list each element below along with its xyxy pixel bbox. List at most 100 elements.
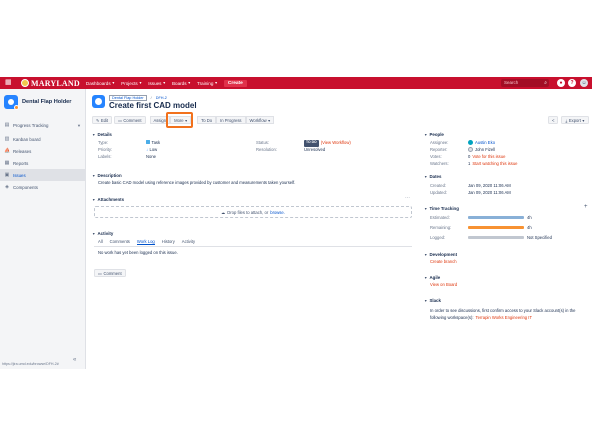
export-button[interactable]: ⤓ Export ▾ <box>561 116 589 124</box>
time-tracking-heading[interactable]: ▼ Time Tracking <box>424 206 459 211</box>
tab-history[interactable]: History <box>162 239 175 245</box>
university-logo[interactable]: MARYLAND <box>21 79 80 88</box>
sidebar-item-progress-tracking[interactable]: ▤ Progress Tracking ▼ <box>0 119 86 131</box>
sidebar-item-issues[interactable]: ▣ Issues <box>0 169 86 181</box>
nav-training[interactable]: Training ▼ <box>197 81 218 86</box>
priority-label: Priority: <box>98 147 113 152</box>
slack-workspace-link[interactable]: Terrapin Works Engineering IT <box>476 315 532 320</box>
detail-resolution: Resolution: Unresolved <box>256 147 325 154</box>
app-switcher-icon[interactable]: ▦ <box>5 79 13 87</box>
description-heading-label: Description <box>97 173 122 178</box>
watchers-count: 1 <box>468 161 471 166</box>
project-header[interactable]: Dental Flap Holder <box>4 95 71 110</box>
detail-priority: Priority: ↓ Low <box>98 147 157 154</box>
view-workflow-link[interactable]: (View Workflow) <box>321 140 351 147</box>
created-value: Jan 09, 2020 11:06 AM <box>468 183 511 188</box>
description-text[interactable]: Create basic CAD model using reference i… <box>98 180 295 185</box>
screenshot-stage: ▦ MARYLAND Dashboards ▼ Projects ▼ Issues ▼… <box>0 0 592 444</box>
toolbar-right: < ⤓ Export ▾ <box>548 116 589 124</box>
resolution-label: Resolution: <box>256 147 277 152</box>
action-group: Assign More ▾ <box>149 112 194 128</box>
status-badge: TO DO <box>304 140 319 147</box>
vote-link[interactable]: Vote for this issue <box>472 154 505 159</box>
breadcrumb-issue-key[interactable]: DFH-2 <box>156 96 167 100</box>
sidebar-item-releases[interactable]: ⛵ Releases <box>0 145 86 157</box>
chart-icon: ▦ <box>4 160 10 166</box>
tab-activity[interactable]: Activity <box>182 239 195 245</box>
chevron-down-icon: ▼ <box>92 197 96 202</box>
agile-heading[interactable]: ▼ Agile <box>424 275 440 280</box>
nav-projects-label: Projects <box>121 80 138 86</box>
add-time-icon[interactable]: + <box>584 204 588 210</box>
slack-heading[interactable]: ▼ Slack <box>424 298 441 303</box>
nav-boards[interactable]: Boards ▼ <box>172 81 191 86</box>
share-button[interactable]: < <box>548 116 559 124</box>
project-avatar <box>92 95 105 108</box>
watchers-row: Watchers: 1 Start watching this issue <box>430 161 518 166</box>
view-on-board-link[interactable]: View on Board <box>430 282 457 287</box>
download-icon: ⤓ <box>565 117 568 123</box>
create-branch-link[interactable]: Create branch <box>430 259 457 264</box>
kanban-icon: ▥ <box>4 136 10 142</box>
type-label: Type: <box>98 140 109 145</box>
attachments-heading-label: Attachments <box>97 197 125 202</box>
help-icon[interactable]: ? <box>568 79 576 87</box>
nav-projects[interactable]: Projects ▼ <box>121 81 142 86</box>
edit-button[interactable]: ✎ Edit <box>92 116 113 124</box>
remaining-label: Remaining: <box>430 225 452 230</box>
activity-heading[interactable]: ▼ Activity <box>92 231 113 236</box>
description-heading[interactable]: ▼ Description <box>92 173 122 178</box>
todo-label: To Do <box>201 117 213 123</box>
assignee-value[interactable]: Austin Eko <box>475 140 495 145</box>
browse-link[interactable]: browse. <box>270 210 285 215</box>
sidebar-item-kanban-board[interactable]: ▥ Kanban board <box>0 133 86 145</box>
assignee-row: Assignee: Austin Eko <box>430 140 495 145</box>
dates-heading[interactable]: ▼ Dates <box>424 174 441 179</box>
workflow-button[interactable]: Workflow ▾ <box>245 116 275 124</box>
slack-heading-label: Slack <box>429 298 441 303</box>
notifications-icon[interactable]: ● <box>557 79 565 87</box>
estimated-value: 4h <box>527 215 532 220</box>
attachments-heading[interactable]: ▼ Attachments <box>92 197 124 202</box>
add-comment-button[interactable]: ▭ Comment <box>94 269 126 277</box>
details-heading[interactable]: ▼ Details <box>92 132 112 137</box>
detail-status: Status: TO DO (View Workflow) <box>256 140 351 147</box>
agile-heading-label: Agile <box>429 275 441 280</box>
people-heading-label: People <box>429 132 444 137</box>
reporter-value[interactable]: John Fizell <box>475 147 495 152</box>
attachment-dropzone[interactable]: ☁ Drop files to attach, or browse. <box>94 206 412 218</box>
nav-issues[interactable]: Issues ▼ <box>148 81 166 86</box>
search-input[interactable]: Search ⌕ <box>501 79 549 87</box>
people-heading[interactable]: ▼ People <box>424 132 444 137</box>
details-heading-label: Details <box>97 132 112 137</box>
collapse-sidebar-icon[interactable]: « <box>73 357 76 363</box>
updated-label: Updated: <box>430 190 447 195</box>
development-heading[interactable]: ▼ Development <box>424 252 457 257</box>
comment-button[interactable]: ▭ Comment <box>114 116 146 124</box>
logo-seal-icon <box>21 79 29 87</box>
sidebar-item-label: Reports <box>13 160 29 166</box>
logged-bar <box>468 236 524 239</box>
board-icon: ▤ <box>4 122 10 128</box>
user-avatar[interactable]: ☺ <box>580 79 588 87</box>
edit-label: Edit <box>100 117 109 123</box>
tab-all[interactable]: All <box>98 239 103 245</box>
chevron-down-icon: ▼ <box>424 275 428 280</box>
tab-comments[interactable]: Comments <box>110 239 130 245</box>
chevron-down-icon: ▼ <box>187 81 191 85</box>
nav-dashboards[interactable]: Dashboards ▼ <box>86 81 115 86</box>
sidebar-item-reports[interactable]: ▦ Reports <box>0 157 86 169</box>
remaining-row: Remaining: 4h <box>430 225 532 230</box>
in-progress-button[interactable]: In Progress <box>216 116 246 124</box>
watch-link[interactable]: Start watching this issue <box>472 161 517 166</box>
sidebar-item-label: Issues <box>13 172 26 178</box>
tab-work-log[interactable]: Work Log <box>136 239 155 245</box>
more-options-icon[interactable]: ⋯ <box>405 195 410 201</box>
todo-button[interactable]: To Do <box>197 116 217 124</box>
type-value: Task <box>151 140 161 145</box>
sidebar-item-components[interactable]: ◈ Components <box>0 181 86 193</box>
logged-value: Not Specified <box>527 235 552 240</box>
details-grid: Type: Task Priority: ↓ Low Labels: None S… <box>98 140 398 170</box>
remaining-bar <box>468 226 524 229</box>
create-button[interactable]: Create <box>223 79 247 87</box>
